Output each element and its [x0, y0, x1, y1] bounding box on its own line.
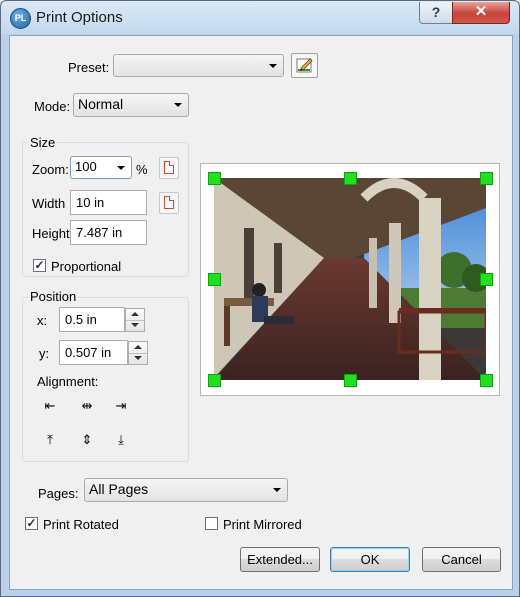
height-label: Height — [32, 226, 70, 241]
print-rotated-label: Print Rotated — [43, 517, 119, 532]
zoom-label: Zoom: — [32, 162, 69, 177]
align-left-icon[interactable]: ⇤ — [36, 395, 64, 417]
print-preview — [200, 163, 500, 396]
preset-dropdown[interactable] — [113, 54, 284, 77]
cancel-button[interactable]: Cancel — [422, 547, 501, 572]
proportional-checkbox[interactable]: ✓ — [33, 259, 46, 272]
x-label: x: — [37, 313, 48, 328]
align-right-icon[interactable]: ⇥ — [107, 395, 135, 417]
zoom-combo[interactable]: 100 — [70, 156, 132, 179]
position-group-title: Position — [28, 289, 79, 304]
print-options-dialog: PL Print Options ? ✕ Preset: Mode: Norma… — [0, 0, 520, 597]
y-position-field[interactable] — [59, 340, 128, 365]
print-mirrored-label: Print Mirrored — [223, 517, 302, 532]
zoom-value: 100 — [75, 159, 97, 174]
page-icon — [164, 161, 174, 174]
x-position-field[interactable] — [59, 307, 125, 332]
chevron-down-icon — [174, 103, 182, 107]
chevron-down-icon — [269, 63, 277, 68]
resize-handle-top-right[interactable] — [480, 172, 493, 185]
spinner-up-icon[interactable] — [129, 342, 147, 353]
mode-label: Mode: — [34, 99, 71, 114]
fit-page-width-button[interactable] — [159, 192, 179, 214]
height-field[interactable] — [70, 220, 147, 245]
width-label: Width — [32, 196, 66, 211]
fit-page-zoom-button[interactable] — [159, 157, 179, 179]
align-center-vertical-icon[interactable]: ⇕ — [73, 429, 101, 451]
resize-handle-bottom[interactable] — [344, 374, 357, 387]
pages-label: Pages: — [38, 486, 79, 501]
extended-button[interactable]: Extended... — [240, 547, 320, 572]
title-bar[interactable]: PL Print Options ? ✕ — [1, 1, 519, 34]
help-button[interactable]: ? — [419, 2, 453, 24]
preset-label: Preset: — [68, 60, 110, 75]
align-center-horizontal-icon[interactable]: ⇹ — [73, 395, 101, 417]
ok-button[interactable]: OK — [330, 547, 410, 572]
y-label: y: — [39, 346, 50, 361]
alignment-label: Alignment: — [37, 374, 99, 389]
resize-handle-top-left[interactable] — [208, 172, 221, 185]
size-group-title: Size — [28, 135, 58, 150]
chevron-down-icon — [117, 165, 125, 170]
print-rotated-checkbox[interactable]: ✓ — [25, 517, 38, 530]
resize-handle-right[interactable] — [480, 273, 493, 286]
y-position-spinner[interactable] — [128, 341, 148, 365]
proportional-label: Proportional — [51, 259, 122, 274]
pages-value: All Pages — [89, 481, 149, 497]
edit-preset-button[interactable] — [291, 53, 318, 78]
pencil-edit-icon — [296, 58, 313, 73]
pages-dropdown[interactable]: All Pages — [84, 478, 288, 502]
spinner-up-icon[interactable] — [126, 309, 144, 320]
print-mirrored-checkbox[interactable] — [205, 517, 218, 530]
mode-dropdown[interactable]: Normal — [73, 93, 189, 117]
spinner-down-icon[interactable] — [129, 353, 147, 364]
zoom-unit: % — [136, 162, 148, 177]
window-title: Print Options — [36, 9, 123, 26]
chevron-down-icon — [273, 488, 281, 492]
resize-handle-bottom-right[interactable] — [480, 374, 493, 387]
dialog-body: Preset: Mode: Normal Size Zoom: 100 % Wi… — [9, 35, 513, 590]
resize-handle-top[interactable] — [344, 172, 357, 185]
mode-value: Normal — [78, 96, 124, 112]
app-logo-icon: PL — [10, 8, 31, 29]
spinner-down-icon[interactable] — [126, 320, 144, 331]
align-top-icon[interactable]: ⤒ — [36, 429, 64, 451]
page-icon — [164, 196, 174, 209]
resize-handle-left[interactable] — [208, 273, 221, 286]
preview-photo[interactable] — [214, 178, 486, 380]
align-bottom-icon[interactable]: ⤓ — [107, 429, 135, 451]
width-field[interactable] — [70, 190, 147, 215]
close-button[interactable]: ✕ — [452, 2, 510, 24]
x-position-spinner[interactable] — [125, 308, 145, 332]
resize-handle-bottom-left[interactable] — [208, 374, 221, 387]
